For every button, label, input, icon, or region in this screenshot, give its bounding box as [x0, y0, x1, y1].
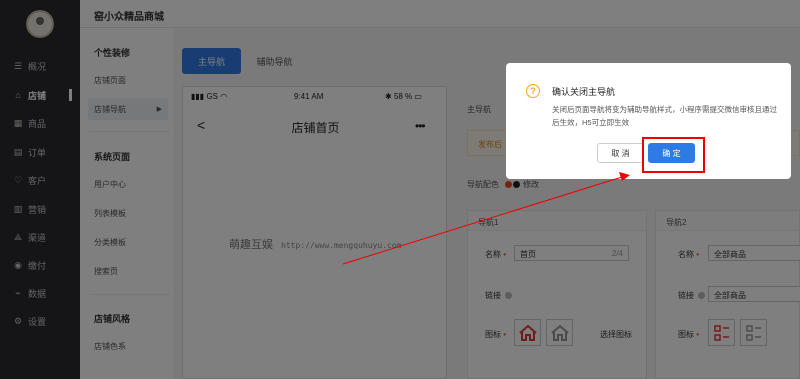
- annotation-arrow: [342, 172, 630, 265]
